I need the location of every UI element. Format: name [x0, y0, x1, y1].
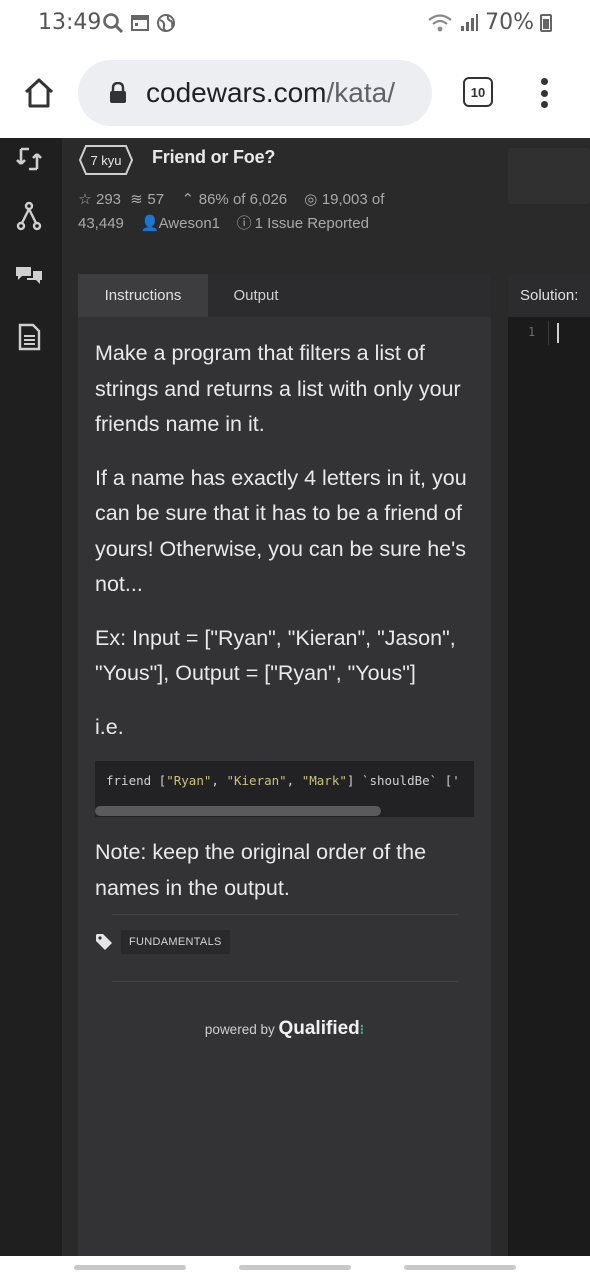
tags-row: FUNDAMENTALS — [95, 930, 230, 954]
code-string: "Ryan" — [166, 773, 212, 788]
code-token: , — [211, 773, 227, 788]
panel-tabs: Instructions Output — [78, 274, 491, 317]
gutter-divider — [548, 321, 549, 345]
home-icon[interactable] — [22, 76, 56, 110]
issues-link[interactable]: 1 Issue Reported — [255, 215, 369, 232]
completed-total: 43,449 — [78, 215, 124, 232]
target-icon: ◎ — [304, 191, 318, 208]
browser-toolbar: codewars.com/kata/ 10 — [0, 50, 590, 138]
address-bar[interactable]: codewars.com/kata/ — [78, 60, 432, 126]
nav-back-button[interactable] — [404, 1265, 516, 1270]
tab-instructions[interactable]: Instructions — [78, 274, 208, 317]
completed-of: of — [371, 191, 385, 208]
solution-label: Solution: — [508, 274, 590, 317]
url-text: codewars.com/kata/ — [146, 77, 395, 109]
action-panel — [508, 148, 590, 204]
completed-count: 19,003 — [321, 191, 368, 208]
discussion-icon[interactable] — [14, 261, 44, 291]
nav-recents-button[interactable] — [74, 1265, 186, 1270]
fork-icon[interactable] — [14, 201, 44, 231]
author-link[interactable]: Aweson1 — [159, 215, 220, 232]
code-token: friend [ — [106, 773, 167, 788]
tab-switcher-button[interactable]: 10 — [463, 77, 493, 107]
code-scrollbar[interactable] — [95, 806, 381, 816]
description-paragraph: i.e. — [95, 714, 124, 739]
url-path: /kata/ — [326, 77, 395, 108]
battery-percent: 70% — [485, 10, 534, 35]
left-sidebar — [0, 138, 62, 1256]
stars-count: 293 — [96, 191, 122, 208]
line-number: 1 — [528, 325, 536, 339]
satisfaction-icon: ⌃ — [181, 191, 195, 208]
satisfaction-votes: of 6,026 — [232, 191, 288, 208]
status-time: 13:49 — [38, 10, 102, 35]
description-paragraph: If a name has exactly 4 letters in it, y… — [95, 465, 467, 597]
overflow-menu-icon[interactable] — [538, 78, 550, 108]
wifi-icon — [428, 13, 452, 31]
status-right: 70% — [427, 10, 552, 35]
kata-title: Friend or Foe? — [152, 147, 276, 167]
rank-label: 7 kyu — [90, 152, 122, 168]
qualified-dots-icon: ⁝ — [359, 1022, 365, 1037]
description-paragraph: Make a program that filters a list of st… — [95, 341, 461, 436]
nav-home-button[interactable] — [239, 1265, 351, 1270]
status-bar: 13:49 70% — [0, 0, 590, 50]
kata-description: Make a program that filters a list of st… — [95, 336, 480, 763]
sync-icon[interactable] — [14, 144, 44, 174]
code-string: "Kieran" — [226, 773, 287, 788]
text-cursor — [557, 323, 559, 343]
status-notification-icons — [102, 12, 176, 34]
code-token: ] `shouldBe` [' — [346, 773, 460, 788]
star-icon[interactable]: ☆ — [78, 188, 92, 212]
code-line: friend ["Ryan", "Kieran", "Mark"] `shoul… — [106, 773, 460, 788]
user-icon: 👤 — [140, 215, 160, 232]
code-editor[interactable]: 1 — [508, 317, 590, 1256]
divider — [112, 914, 458, 915]
codewars-page: 7 kyu Friend or Foe? ☆ 293 ≋ 57 ⌃ 86% of 6,… — [0, 138, 590, 1256]
lock-icon — [110, 82, 126, 103]
kata-stats: ☆ 293 ≋ 57 ⌃ 86% of 6,026 ◎ 19,003 of 43,449… — [78, 188, 408, 236]
battery-icon — [540, 13, 552, 32]
system-nav-bar — [0, 1256, 590, 1280]
tag-fundamentals[interactable]: FUNDAMENTALS — [121, 930, 230, 954]
qualified-logo[interactable]: Qualified — [278, 1018, 359, 1039]
calendar-icon — [131, 15, 149, 31]
instructions-panel: Instructions Output Make a program that … — [78, 274, 491, 1256]
powered-prefix: powered by — [204, 1022, 275, 1037]
url-host: codewars.com — [146, 77, 327, 108]
document-icon[interactable] — [14, 322, 44, 352]
issue-icon: ⓘ — [236, 215, 252, 232]
description-paragraph: Ex: Input = ["Ryan", "Kieran", "Jason", … — [95, 625, 456, 686]
signal-icon — [461, 13, 479, 31]
tag-icon — [96, 934, 112, 950]
collections-icon: ≋ — [130, 191, 143, 208]
collections-count: 57 — [147, 191, 165, 208]
code-token: , — [286, 773, 302, 788]
code-string: "Mark" — [301, 773, 347, 788]
search-icon — [103, 13, 124, 34]
globe-icon — [157, 14, 175, 32]
powered-by: powered by Qualified⁝ — [78, 1018, 491, 1040]
tab-output[interactable]: Output — [208, 274, 304, 317]
rank-badge: 7 kyu — [78, 144, 134, 176]
divider — [112, 981, 458, 982]
note-paragraph: Note: keep the original order of the nam… — [95, 840, 427, 900]
satisfaction-rate: 86% — [198, 191, 229, 208]
